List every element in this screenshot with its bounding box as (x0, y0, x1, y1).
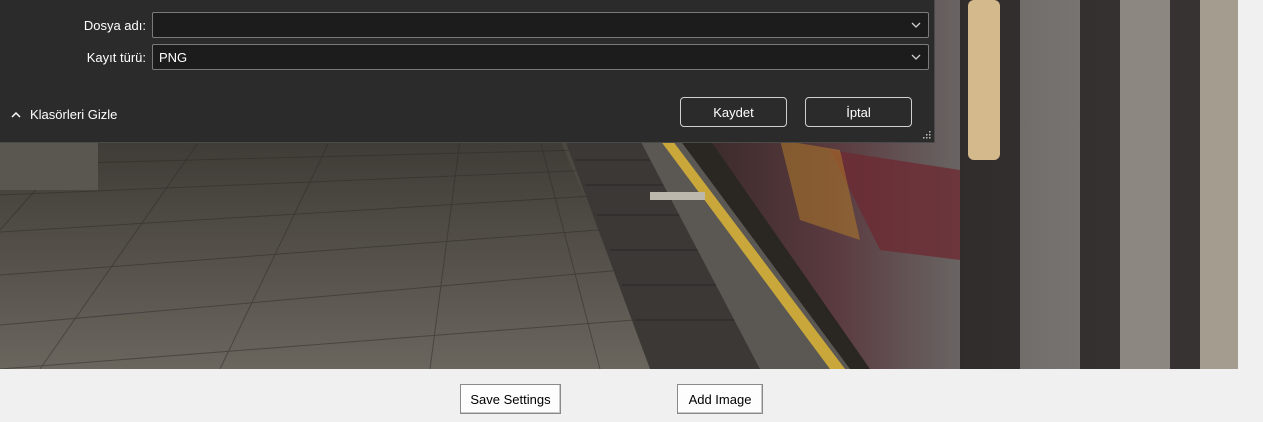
save-settings-button[interactable]: Save Settings (460, 384, 561, 414)
add-image-button[interactable]: Add Image (677, 384, 763, 414)
save-button[interactable]: Kaydet (680, 97, 787, 127)
save-file-dialog: Dosya adı: Kayıt türü: PNG Klasörleri Gi… (0, 0, 935, 143)
resize-grip-icon[interactable] (921, 129, 931, 139)
cancel-button[interactable]: İptal (805, 97, 912, 127)
window-edge (1238, 0, 1263, 369)
chevron-up-icon (11, 111, 21, 118)
chevron-down-icon[interactable] (910, 51, 922, 63)
hide-folders-label: Klasörleri Gizle (30, 107, 118, 122)
hide-folders-toggle[interactable]: Klasörleri Gizle (10, 107, 117, 122)
filename-label: Dosya adı: (83, 18, 146, 33)
filename-field[interactable] (152, 12, 929, 38)
filetype-select[interactable]: PNG (152, 44, 929, 70)
filetype-value: PNG (159, 49, 188, 65)
filetype-label: Kayıt türü: (86, 50, 146, 65)
chevron-down-icon[interactable] (910, 19, 922, 31)
